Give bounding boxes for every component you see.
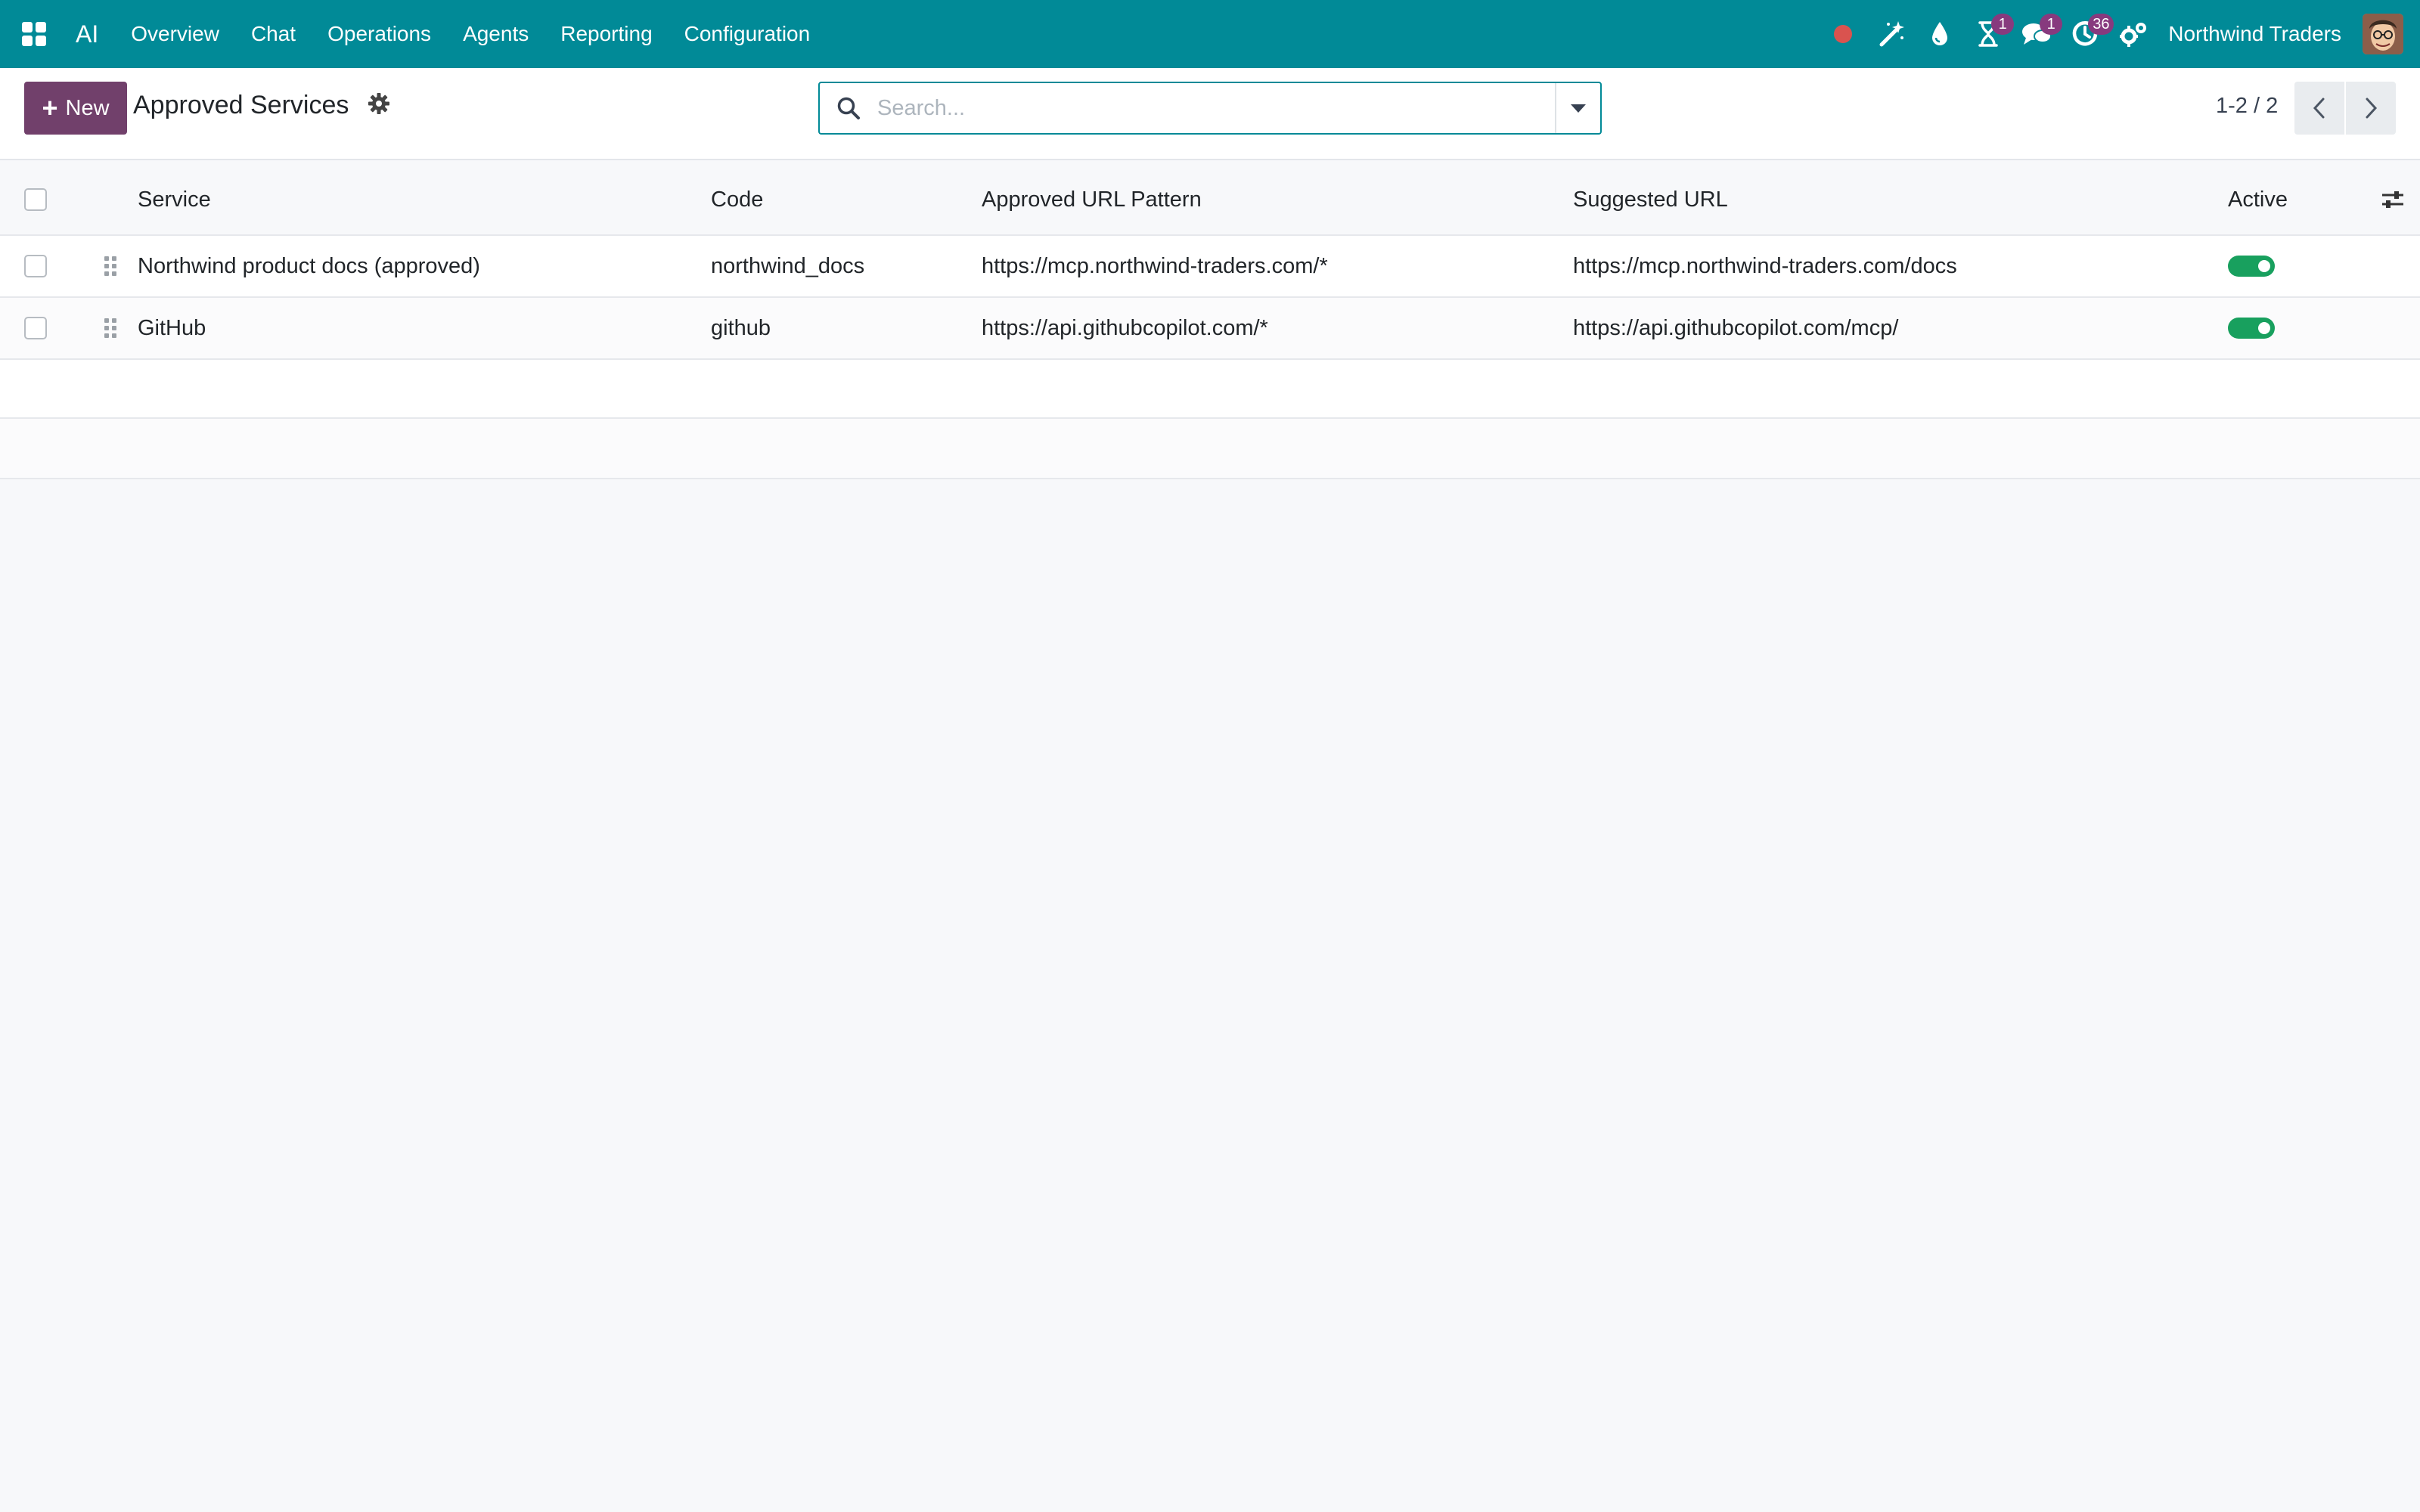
chevron-left-icon <box>2313 98 2325 119</box>
row-checkbox[interactable] <box>24 317 47 339</box>
chevron-right-icon <box>2366 98 2378 119</box>
table-row[interactable]: Northwind product docs (approved) northw… <box>0 236 2420 298</box>
url-pattern-cell[interactable]: https://api.githubcopilot.com/* <box>982 298 1268 358</box>
column-header-service[interactable]: Service <box>138 160 211 234</box>
search-bar <box>818 82 1602 135</box>
suggested-url-cell[interactable]: https://mcp.northwind-traders.com/docs <box>1573 236 1957 296</box>
service-cell[interactable]: GitHub <box>138 298 206 358</box>
settings-gears-icon[interactable] <box>2109 0 2158 68</box>
new-button[interactable]: + New <box>24 82 127 135</box>
pager-next-button[interactable] <box>2346 82 2396 135</box>
clock-icon[interactable]: 36 <box>2061 0 2114 68</box>
optional-columns-icon[interactable] <box>2381 160 2405 234</box>
active-toggle[interactable] <box>2228 256 2275 277</box>
search-input[interactable] <box>877 83 1555 133</box>
column-header-code[interactable]: Code <box>711 160 763 234</box>
menu-overview[interactable]: Overview <box>115 0 235 68</box>
url-pattern-cell[interactable]: https://mcp.northwind-traders.com/* <box>982 236 1328 296</box>
new-button-label: New <box>65 95 110 120</box>
active-toggle[interactable] <box>2228 318 2275 339</box>
recording-dot-icon[interactable] <box>1819 0 1867 68</box>
table-header: Service Code Approved URL Pattern Sugges… <box>0 160 2420 236</box>
table-row[interactable]: GitHub github https://api.githubcopilot.… <box>0 298 2420 360</box>
gear-icon[interactable] <box>368 92 393 118</box>
select-all-checkbox[interactable] <box>24 188 47 211</box>
company-name[interactable]: Northwind Traders <box>2158 22 2363 46</box>
menu-reporting[interactable]: Reporting <box>544 0 668 68</box>
chat-bubbles-icon[interactable]: 1 <box>2012 0 2063 68</box>
empty-row <box>0 360 2420 419</box>
hourglass-icon[interactable]: 1 <box>1964 0 2015 68</box>
empty-row <box>0 419 2420 479</box>
control-panel: + New Approved Services Search... 1-2 / … <box>0 68 2420 160</box>
drag-handle-icon[interactable] <box>104 298 116 358</box>
plus-icon: + <box>42 92 58 123</box>
menu-configuration[interactable]: Configuration <box>669 0 827 68</box>
apps-menu-icon[interactable] <box>0 0 68 68</box>
drag-handle-icon[interactable] <box>104 236 116 296</box>
magic-wand-icon[interactable] <box>1867 0 1916 68</box>
search-options-toggle[interactable] <box>1555 83 1600 133</box>
suggested-url-cell[interactable]: https://api.githubcopilot.com/mcp/ <box>1573 298 1898 358</box>
app-name[interactable]: AI <box>68 20 115 48</box>
select-all-checkbox-cell <box>24 160 47 234</box>
service-cell[interactable]: Northwind product docs (approved) <box>138 236 480 296</box>
pager-previous-button[interactable] <box>2294 82 2344 135</box>
list-view: Service Code Approved URL Pattern Sugges… <box>0 160 2420 479</box>
search-icon <box>820 96 877 120</box>
caret-down-icon <box>1571 104 1586 113</box>
code-cell[interactable]: northwind_docs <box>711 236 864 296</box>
pager-value[interactable]: 1-2 / 2 <box>2216 94 2278 119</box>
code-cell[interactable]: github <box>711 298 771 358</box>
user-avatar[interactable] <box>2363 14 2403 54</box>
menu-operations[interactable]: Operations <box>312 0 447 68</box>
activity-count-badge: 1 <box>1991 14 2015 35</box>
menu-agents[interactable]: Agents <box>447 0 544 68</box>
messages-count-badge: 1 <box>2040 14 2063 35</box>
droplet-icon[interactable] <box>1916 0 1964 68</box>
top-navbar: AI Overview Chat Operations Agents Repor… <box>0 0 2420 68</box>
page-title: Approved Services <box>133 91 349 119</box>
column-header-suggested-url[interactable]: Suggested URL <box>1573 160 1728 234</box>
column-header-active[interactable]: Active <box>2228 160 2288 234</box>
menu-chat[interactable]: Chat <box>235 0 312 68</box>
row-checkbox[interactable] <box>24 255 47 277</box>
column-header-url-pattern[interactable]: Approved URL Pattern <box>982 160 1202 234</box>
